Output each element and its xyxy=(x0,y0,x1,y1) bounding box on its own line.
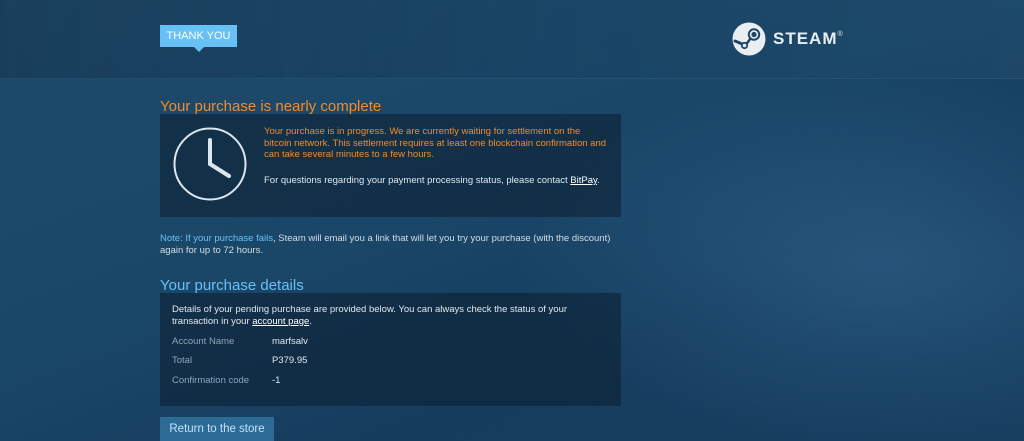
account-page-link[interactable]: account page xyxy=(252,316,309,327)
thank-you-badge: THANK YOU xyxy=(160,25,237,52)
detail-value: marfsalv xyxy=(272,336,308,347)
failure-note: Note: If your purchase fails, Steam will… xyxy=(160,233,622,256)
detail-label: Confirmation code xyxy=(172,375,250,386)
steam-logo[interactable]: STEAM® xyxy=(732,22,844,56)
detail-row-confirmation-code: Confirmation code -1 xyxy=(172,375,572,387)
detail-label: Total xyxy=(172,355,193,366)
steam-wordmark: STEAM® xyxy=(773,29,844,48)
status-message: Your purchase is in progress. We are cur… xyxy=(264,126,607,160)
details-panel: Details of your pending purchase are pro… xyxy=(160,293,621,406)
status-panel: Your purchase is in progress. We are cur… xyxy=(160,114,621,217)
return-to-store-button[interactable]: Return to the store xyxy=(160,417,274,441)
detail-value: P379.95 xyxy=(272,355,308,366)
steam-logo-icon xyxy=(732,22,766,56)
detail-label: Account Name xyxy=(172,336,235,347)
details-title: Your purchase details xyxy=(160,277,304,294)
clock-icon xyxy=(173,127,247,201)
status-title: Your purchase is nearly complete xyxy=(160,98,382,115)
bitpay-link[interactable]: BitPay xyxy=(570,175,597,186)
contact-line: For questions regarding your payment pro… xyxy=(264,175,600,186)
detail-row-account-name: Account Name marfsalv xyxy=(172,336,572,348)
header-band xyxy=(0,0,1024,79)
detail-row-total: Total P379.95 xyxy=(172,355,572,367)
note-prefix: Note: If your purchase fails xyxy=(160,233,273,244)
detail-value: -1 xyxy=(272,375,281,386)
details-intro: Details of your pending purchase are pro… xyxy=(172,304,568,327)
